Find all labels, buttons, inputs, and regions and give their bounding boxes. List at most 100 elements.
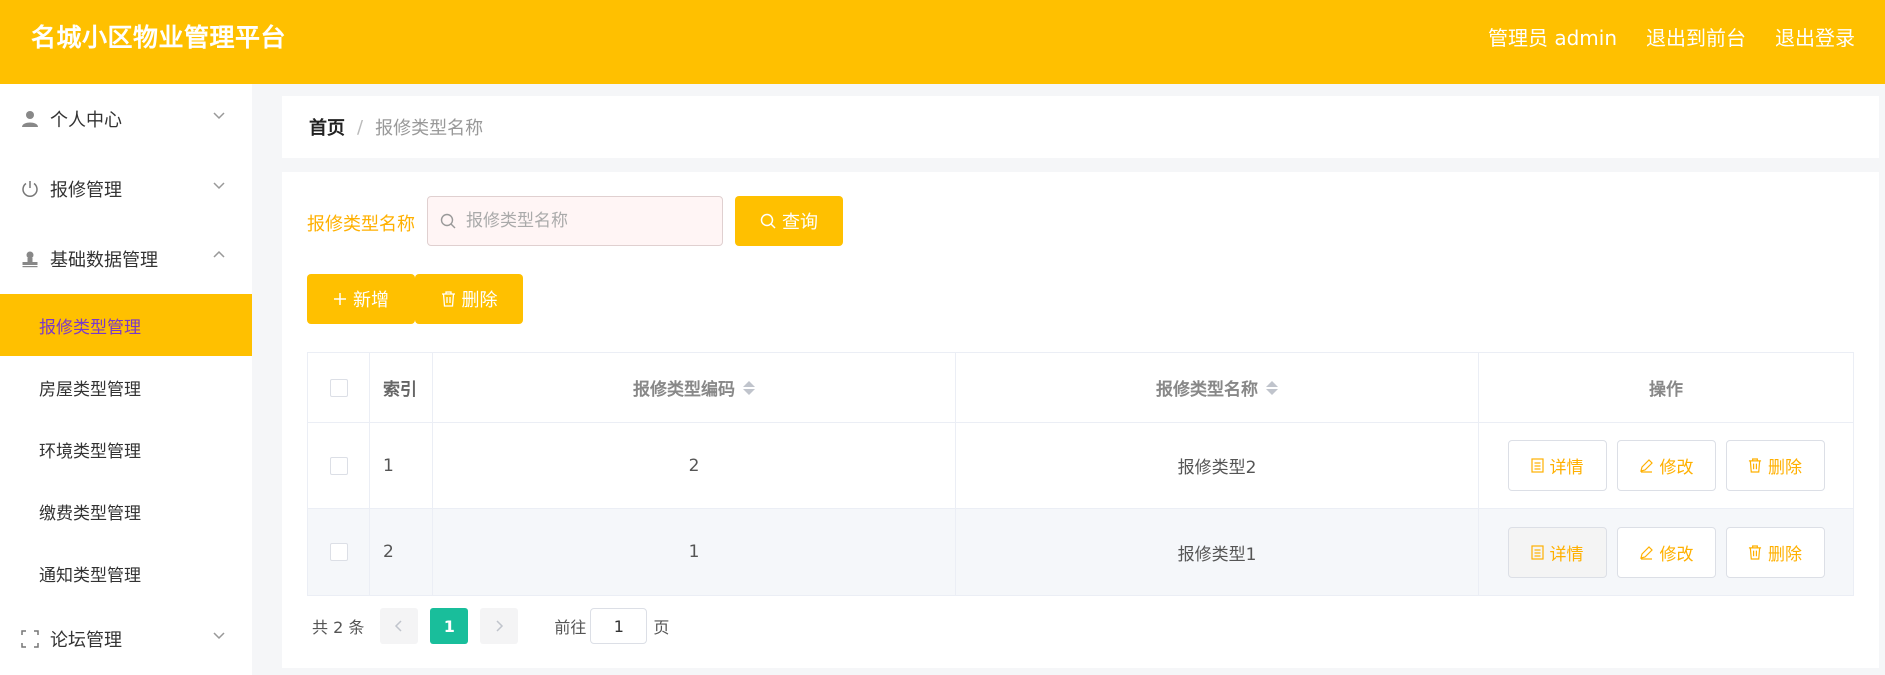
batch-delete-button-label: 删除 [461, 290, 498, 311]
exit-to-front-link[interactable]: 退出到前台 [1646, 22, 1746, 51]
menu-group-forum[interactable]: 论坛管理 [0, 604, 252, 674]
delete-button[interactable]: 删除 [1725, 440, 1825, 491]
row-checkbox[interactable] [329, 543, 348, 561]
chevron-down-icon [213, 182, 225, 190]
sidebar-item-notice-type[interactable]: 通知类型管理 [0, 542, 252, 604]
sort-icon[interactable] [1266, 380, 1278, 395]
trash-icon [1748, 458, 1762, 473]
edit-button[interactable]: 修改 [1616, 526, 1716, 578]
data-table: 索引 报修类型编码 报修类型名称 操作 1 2 报修类型2 详情 修改 删除 2… [307, 352, 1854, 596]
plus-icon [334, 293, 346, 305]
row-check-cell [308, 423, 370, 508]
power-icon [20, 179, 40, 199]
row-code: 1 [433, 509, 956, 595]
row-check-cell [308, 509, 370, 595]
column-header-name-label: 报修类型名称 [1156, 380, 1258, 400]
pagination: 共 2 条 1 前往 页 [312, 608, 669, 644]
batch-delete-button[interactable]: 删除 [415, 274, 523, 324]
logout-link[interactable]: 退出登录 [1775, 22, 1855, 51]
page-number-button[interactable]: 1 [430, 608, 469, 644]
search-box[interactable] [427, 196, 723, 246]
sidebar-item-repair-type[interactable]: 报修类型管理 [0, 294, 252, 356]
trash-icon [441, 291, 455, 307]
detail-button[interactable]: 详情 [1507, 440, 1607, 491]
chevron-up-icon [213, 250, 225, 258]
row-checkbox[interactable] [329, 456, 348, 475]
row-ops: 详情 修改 删除 [1479, 509, 1853, 595]
pagination-total: 共 2 条 [312, 618, 365, 637]
prev-page-button[interactable] [380, 608, 419, 644]
admin-label: 管理员 admin [1487, 26, 1617, 50]
search-icon [440, 213, 456, 229]
table-row: 2 1 报修类型1 详情 修改 删除 [308, 509, 1853, 595]
row-ops: 详情 修改 删除 [1479, 423, 1853, 508]
edit-button-label: 修改 [1659, 544, 1694, 565]
search-icon [760, 213, 776, 229]
sort-icon[interactable] [743, 380, 755, 395]
edit-button[interactable]: 修改 [1616, 440, 1716, 491]
menu-group-label: 报修管理 [50, 180, 122, 201]
menu-group-personal-center[interactable]: 个人中心 [0, 84, 252, 154]
breadcrumb-home[interactable]: 首页 [309, 114, 345, 140]
sidebar-item-environment-type[interactable]: 环境类型管理 [0, 418, 252, 480]
table-header-row: 索引 报修类型编码 报修类型名称 操作 [308, 353, 1853, 423]
user-icon [20, 109, 40, 129]
query-button-label: 查询 [782, 212, 818, 233]
select-all-cell [308, 353, 370, 422]
delete-button[interactable]: 删除 [1725, 526, 1825, 578]
document-icon [1530, 544, 1544, 560]
detail-button-label: 详情 [1549, 544, 1584, 565]
select-all-checkbox[interactable] [329, 378, 348, 397]
detail-button[interactable]: 详情 [1507, 526, 1607, 578]
fullscreen-icon [20, 629, 40, 649]
app-title: 名城小区物业管理平台 [31, 23, 287, 52]
column-header-index: 索引 [370, 353, 433, 422]
menu-group-label: 基础数据管理 [50, 250, 158, 271]
row-name: 报修类型2 [956, 423, 1479, 508]
menu-group-repair[interactable]: 报修管理 [0, 154, 252, 224]
column-header-name[interactable]: 报修类型名称 [956, 353, 1479, 422]
page-unit-label: 页 [653, 618, 670, 637]
chevron-down-icon [213, 632, 225, 640]
goto-label: 前往 [554, 618, 587, 637]
sidebar-item-payment-type[interactable]: 缴费类型管理 [0, 480, 252, 542]
column-header-code[interactable]: 报修类型编码 [433, 353, 956, 422]
breadcrumb-current: 报修类型名称 [375, 118, 484, 139]
chevron-down-icon [213, 112, 225, 120]
menu-group-label: 个人中心 [50, 110, 122, 131]
delete-button-label: 删除 [1768, 458, 1802, 478]
top-header: 名城小区物业管理平台 管理员 admin 退出到前台 退出登录 [0, 0, 1885, 84]
query-button[interactable]: 查询 [735, 196, 843, 246]
edit-icon [1639, 545, 1653, 560]
column-header-code-label: 报修类型编码 [633, 380, 735, 400]
content-card: 报修类型名称 查询 新增 删除 索引 报修类型编码 报修类型名称 操作 [282, 172, 1879, 668]
breadcrumb-separator: / [357, 116, 364, 138]
sidebar-item-house-type[interactable]: 房屋类型管理 [0, 356, 252, 418]
row-code: 2 [433, 423, 956, 508]
chevron-right-icon [496, 620, 504, 632]
edit-button-label: 修改 [1659, 458, 1694, 478]
row-index: 1 [370, 423, 433, 508]
next-page-button[interactable] [480, 608, 519, 644]
search-input[interactable] [466, 211, 706, 231]
header-actions: 管理员 admin 退出到前台 退出登录 [1488, 22, 1855, 51]
sidebar: 个人中心 报修管理 基础数据管理 报修类型管理 房屋类型管理 环境类型管理 缴费… [0, 84, 252, 675]
row-index: 2 [370, 509, 433, 595]
chevron-left-icon [395, 620, 402, 632]
detail-button-label: 详情 [1549, 458, 1584, 478]
menu-group-basic-data[interactable]: 基础数据管理 [0, 224, 252, 294]
edit-icon [1639, 459, 1653, 473]
table-row: 1 2 报修类型2 详情 修改 删除 [308, 423, 1853, 509]
trash-icon [1748, 544, 1762, 560]
add-button-label: 新增 [353, 290, 389, 311]
add-button[interactable]: 新增 [307, 274, 415, 324]
breadcrumb: 首页 / 报修类型名称 [282, 96, 1879, 158]
goto-page-input[interactable] [590, 608, 648, 644]
menu-group-label: 论坛管理 [50, 630, 122, 651]
delete-button-label: 删除 [1768, 544, 1802, 565]
stamp-icon [20, 249, 40, 269]
search-label: 报修类型名称 [307, 214, 415, 235]
row-name: 报修类型1 [956, 509, 1479, 595]
column-header-ops: 操作 [1649, 380, 1683, 400]
document-icon [1530, 458, 1544, 473]
